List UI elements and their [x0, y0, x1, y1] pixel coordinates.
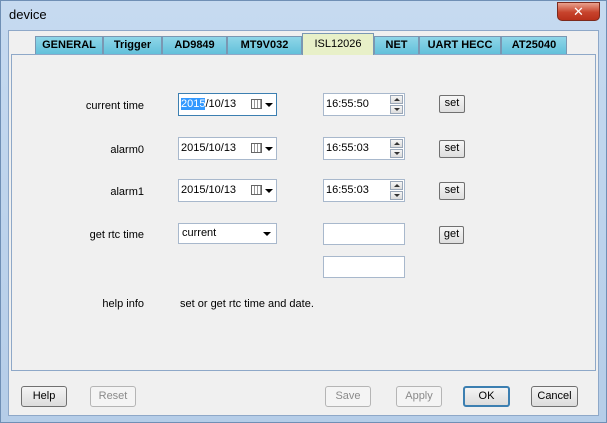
alarm0-date-value: 2015/10/13 [181, 142, 237, 154]
tab-isl12026[interactable]: ISL12026 [302, 33, 374, 55]
spin-down-icon[interactable] [390, 149, 403, 158]
alarm1-time-field[interactable]: 16:55:03 [323, 179, 405, 202]
alarm1-date-picker[interactable]: 2015/10/13 [178, 179, 277, 202]
title-bar[interactable]: device ✕ [1, 1, 606, 29]
tab-mt9v032[interactable]: MT9V032 [227, 36, 302, 54]
help-info-text: set or get rtc time and date. [180, 298, 314, 310]
alarm1-label: alarm1 [110, 186, 144, 198]
set-alarm1-button[interactable]: set [439, 182, 465, 200]
time-spinner[interactable] [390, 181, 403, 200]
current-time-label: current time [85, 100, 144, 112]
spin-up-icon[interactable] [390, 181, 403, 190]
reset-button[interactable]: Reset [90, 386, 136, 407]
current-time-time-field[interactable]: 16:55:50 [323, 93, 405, 116]
save-button[interactable]: Save [325, 386, 371, 407]
tab-trigger[interactable]: Trigger [103, 36, 162, 54]
help-button[interactable]: Help [21, 386, 67, 407]
alarm0-label: alarm0 [110, 144, 144, 156]
alarm0-time-field[interactable]: 16:55:03 [323, 137, 405, 160]
ok-button[interactable]: OK [463, 386, 510, 407]
device-dialog: device ✕ GENERAL Trigger AD9849 MT9V032 … [0, 0, 607, 423]
current-time-date-year: 2015 [181, 98, 206, 110]
close-button[interactable]: ✕ [557, 2, 600, 21]
current-time-time-value: 16:55:50 [326, 98, 369, 110]
dialog-client-area: GENERAL Trigger AD9849 MT9V032 ISL12026 … [8, 30, 599, 416]
calendar-icon[interactable] [251, 99, 262, 109]
current-time-date-rest: /10/13 [205, 98, 237, 110]
chevron-down-icon[interactable] [265, 103, 273, 107]
chevron-down-icon[interactable] [265, 189, 273, 193]
chevron-down-icon[interactable] [263, 232, 271, 236]
window-title: device [9, 7, 47, 22]
alarm1-time-value: 16:55:03 [326, 184, 369, 196]
rtc-time-result-field[interactable] [323, 223, 405, 245]
calendar-icon[interactable] [251, 143, 262, 153]
isl12026-panel: current time 2015/10/13 16:55:50 set ala… [11, 54, 596, 371]
time-spinner[interactable] [390, 139, 403, 158]
apply-button[interactable]: Apply [396, 386, 442, 407]
time-spinner[interactable] [390, 95, 403, 114]
rtc-source-select[interactable]: current [178, 223, 277, 244]
set-alarm0-button[interactable]: set [439, 140, 465, 158]
chevron-down-icon[interactable] [265, 147, 273, 151]
tab-general[interactable]: GENERAL [35, 36, 103, 54]
get-rtc-time-button[interactable]: get [439, 226, 464, 244]
get-rtc-time-label: get rtc time [89, 229, 144, 241]
calendar-icon[interactable] [251, 185, 262, 195]
alarm0-date-picker[interactable]: 2015/10/13 [178, 137, 277, 160]
spin-down-icon[interactable] [390, 105, 403, 114]
alarm0-time-value: 16:55:03 [326, 142, 369, 154]
current-time-date-picker[interactable]: 2015/10/13 [178, 93, 277, 116]
alarm1-date-value: 2015/10/13 [181, 184, 237, 196]
spin-up-icon[interactable] [390, 95, 403, 104]
spin-down-icon[interactable] [390, 191, 403, 200]
tab-at25040[interactable]: AT25040 [501, 36, 567, 54]
rtc-date-result-field[interactable] [323, 256, 405, 278]
spin-up-icon[interactable] [390, 139, 403, 148]
tab-uart-hecc[interactable]: UART HECC [419, 36, 501, 54]
tab-ad9849[interactable]: AD9849 [162, 36, 227, 54]
set-current-time-button[interactable]: set [439, 95, 465, 113]
cancel-button[interactable]: Cancel [531, 386, 578, 407]
help-info-label: help info [102, 298, 144, 310]
rtc-source-selected: current [182, 227, 217, 239]
tab-net[interactable]: NET [374, 36, 419, 54]
